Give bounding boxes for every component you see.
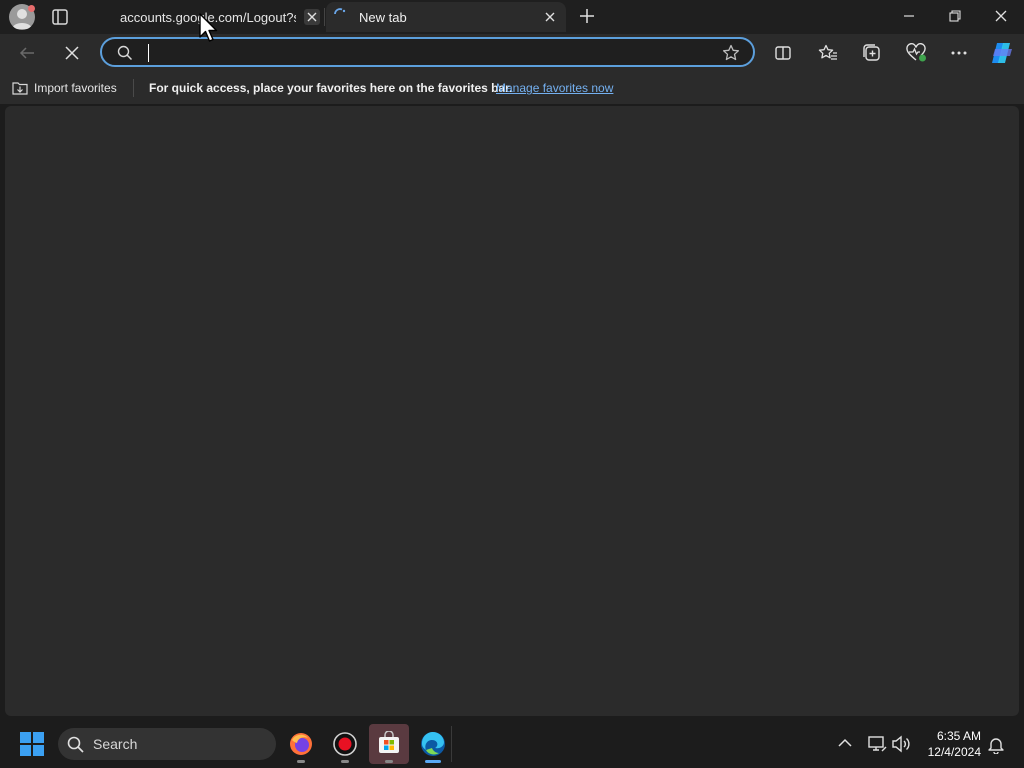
loading-icon (333, 7, 347, 21)
edge-active-indicator (425, 760, 441, 763)
microsoft-store-icon[interactable] (377, 731, 401, 755)
windows-start-icon[interactable] (20, 732, 44, 756)
favorite-star-icon[interactable] (722, 44, 740, 62)
tab-actions-icon[interactable] (51, 8, 69, 26)
taskbar-search-icon (67, 736, 84, 753)
stop-loading-icon[interactable] (64, 45, 80, 61)
network-icon[interactable] (867, 735, 887, 753)
clock-date[interactable]: 12/4/2024 (912, 745, 981, 759)
import-favorites-icon (12, 80, 29, 95)
tab-separator (324, 8, 325, 26)
search-icon (117, 45, 133, 61)
favorites-icon[interactable] (818, 44, 838, 62)
address-input[interactable] (150, 42, 714, 64)
copilot-icon[interactable] (989, 41, 1015, 65)
new-tab-plus-icon[interactable] (579, 8, 595, 24)
favorites-bar-hint: For quick access, place your favorites h… (149, 81, 513, 95)
profile-status-dot (28, 5, 35, 12)
browser-essentials-icon[interactable] (906, 43, 928, 63)
show-hidden-icons-chevron-icon[interactable] (838, 738, 852, 748)
more-menu-icon[interactable] (950, 50, 968, 56)
favorites-divider (133, 79, 134, 97)
notifications-bell-icon[interactable] (988, 736, 1004, 754)
close-window-icon[interactable] (995, 10, 1007, 22)
close-tab-icon[interactable] (304, 9, 320, 25)
taskbar-search-box[interactable] (58, 728, 276, 760)
close-tab-icon[interactable] (542, 9, 558, 25)
tab-new-tab[interactable]: New tab (326, 2, 566, 32)
collections-icon[interactable] (862, 44, 882, 62)
minimize-icon[interactable] (903, 10, 915, 22)
firefox-icon[interactable] (289, 732, 313, 756)
import-favorites-button[interactable]: Import favorites (34, 81, 117, 95)
edge-icon[interactable] (420, 731, 446, 757)
taskbar-divider (451, 726, 452, 762)
clock-time[interactable]: 6:35 AM (912, 729, 981, 743)
back-arrow-icon[interactable] (18, 44, 36, 62)
text-caret (148, 44, 149, 62)
store-running-indicator (385, 760, 393, 763)
recorder-running-indicator (341, 760, 349, 763)
page-content (5, 106, 1019, 716)
mouse-cursor-icon (199, 13, 219, 43)
volume-icon[interactable] (891, 735, 911, 753)
split-screen-icon[interactable] (774, 44, 792, 62)
taskbar-search-label: Search (93, 736, 138, 752)
recorder-icon[interactable] (333, 732, 357, 756)
manage-favorites-link[interactable]: Manage favorites now (496, 81, 613, 95)
restore-icon[interactable] (949, 10, 961, 22)
firefox-running-indicator (297, 760, 305, 763)
tab-title: New tab (359, 9, 407, 25)
